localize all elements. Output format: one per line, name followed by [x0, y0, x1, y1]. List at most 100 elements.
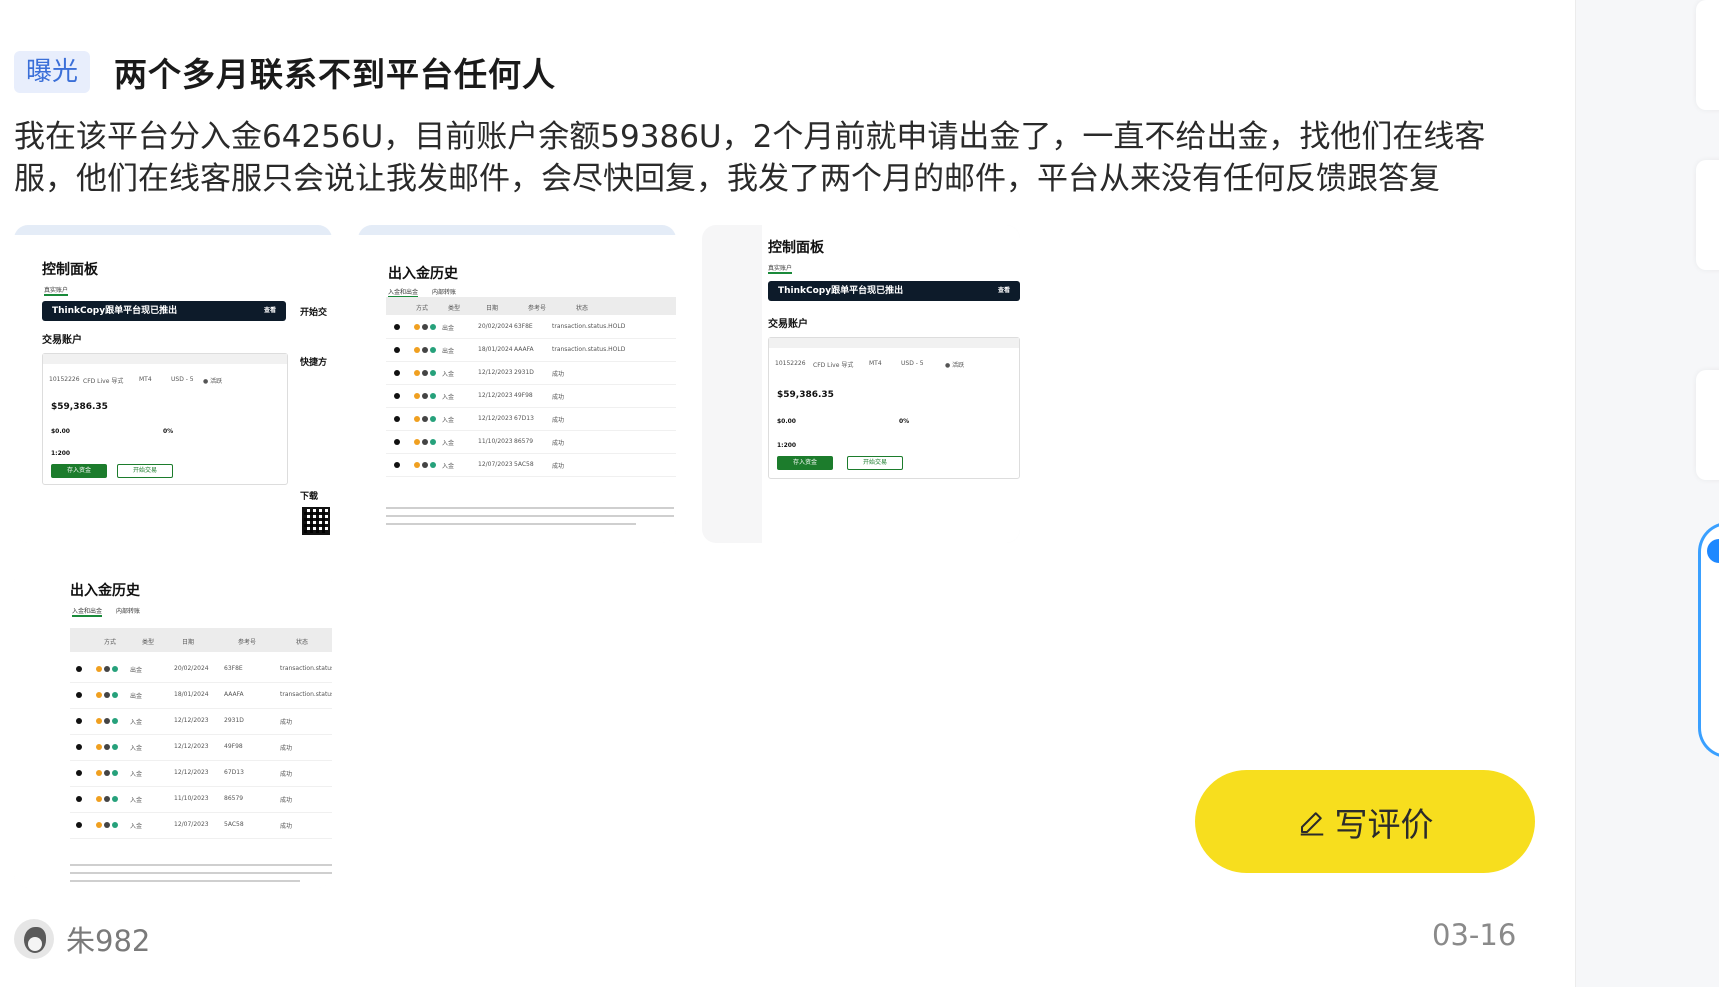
- deposit-button: 存入资金: [777, 456, 833, 470]
- table-row: 出金20/02/202463F8Etransaction.status.HOLD: [70, 656, 332, 683]
- col-type: 类型: [448, 305, 461, 312]
- table-row: 入金 12/12/2023 2931D 成功: [386, 361, 676, 385]
- post-author[interactable]: 朱982: [14, 918, 150, 960]
- footnote-line: [386, 515, 674, 517]
- card-header: [43, 354, 287, 364]
- history-table-header: 方式 类型 日期 参考号 状态: [386, 297, 676, 315]
- coin-icon: [430, 369, 436, 376]
- cell-status: 成功: [280, 771, 293, 778]
- cell-status: 成功: [552, 370, 565, 378]
- start-trading-button: 开始交易: [847, 456, 903, 470]
- info-icon: [76, 744, 82, 750]
- tab-real-account: 真实账户: [768, 265, 793, 274]
- start-trading-button: 开始交易: [117, 464, 173, 478]
- account-tabs: 真实账户: [44, 285, 69, 296]
- coin-icon: [104, 744, 110, 750]
- cell-type: 入金: [130, 797, 143, 804]
- history-screenshot: 出入金历史 入金和出金 内部转账 方式 类型 日期 参考号 状态 出金 20/02…: [358, 225, 676, 543]
- coin-icon: [422, 323, 428, 330]
- cell-ref: 86579: [514, 437, 534, 445]
- table-row: 出金20/02/202463F8Etransaction.status.HOLD: [386, 315, 676, 339]
- side-quick-access: 快捷方: [300, 358, 328, 368]
- history-screenshot: 出入金历史 入金和出金 内部转账 方式 类型 日期 参考号 状态 出金 20/02…: [14, 570, 332, 888]
- cell-date: 18/01/2024: [174, 691, 209, 698]
- author-name[interactable]: 朱982: [66, 918, 150, 960]
- col-date: 日期: [486, 305, 499, 312]
- exposure-tag[interactable]: 曝光: [14, 51, 91, 93]
- cell-status: transaction.status.HOLD: [280, 665, 332, 672]
- info-icon: [76, 822, 82, 828]
- cell-ref: 67D13: [514, 414, 534, 422]
- tab-internal-transfer: 内部转账: [116, 608, 141, 615]
- coin-icon: [96, 822, 102, 828]
- coin-icon: [104, 822, 110, 828]
- cell-ref: AAAFA: [514, 345, 534, 353]
- account-balance: $59,386.35: [777, 390, 834, 400]
- table-row: 入金 11/10/2023 86579 成功: [386, 430, 676, 454]
- cell-date: 11/10/2023: [478, 437, 513, 445]
- history-table-header: 方式 类型 日期 参考号 状态: [70, 628, 332, 652]
- cell-type: 入金: [442, 439, 455, 447]
- account-type: CFD Live 导式: [813, 362, 854, 369]
- card-header: [769, 338, 1019, 348]
- coin-icon: [96, 770, 102, 776]
- cell-ref: 5AC58: [224, 821, 244, 828]
- table-row: 入金 12/12/2023 2931D 成功: [70, 708, 332, 735]
- eagle-avatar-icon[interactable]: [14, 919, 54, 959]
- image-thumbnail-2[interactable]: 出入金历史 入金和出金 内部转账 方式 类型 日期 参考号 状态 出金 20/02…: [358, 225, 676, 543]
- coin-icon: [96, 718, 102, 724]
- footnote-line: [386, 507, 674, 509]
- coin-icon: [112, 744, 118, 750]
- cell-ref: AAAFA: [224, 691, 244, 698]
- coin-icon: [414, 323, 420, 330]
- image-thumbnail-1[interactable]: 控制面板 真实账户 ThinkCopy跟单平台现已推出 查看 交易账户 1015…: [14, 225, 332, 543]
- account-tabs: 真实账户: [768, 263, 793, 274]
- col-type: 类型: [142, 639, 155, 646]
- coin-icon: [112, 796, 118, 802]
- cell-ref: 2931D: [224, 717, 244, 724]
- write-review-button[interactable]: 写评价: [1195, 770, 1535, 873]
- table-row: 入金 12/12/2023 67D13 成功: [386, 407, 676, 431]
- image-thumbnail-3[interactable]: 控制面板 真实账户 ThinkCopy跟单平台现已推出 查看 交易账户 1015…: [702, 225, 1020, 543]
- cell-type: 入金: [130, 771, 143, 778]
- cell-ref: 49F98: [224, 743, 243, 750]
- info-icon: [394, 461, 400, 468]
- post-title: 两个多月联系不到平台任何人: [114, 55, 557, 94]
- coin-icon: [414, 392, 420, 399]
- image-thumbnail-4[interactable]: 出入金历史 入金和出金 内部转账 方式 类型 日期 参考号 状态 出金 20/02…: [14, 570, 332, 888]
- account-credit: $0.00: [51, 428, 70, 435]
- coin-icon: [414, 461, 420, 468]
- info-icon: [394, 438, 400, 445]
- cell-ref: 63F8E: [224, 665, 243, 672]
- cell-date: 12/12/2023: [478, 391, 513, 399]
- coin-icon: [430, 323, 436, 330]
- coin-icon: [414, 415, 420, 422]
- footnote-line: [386, 523, 636, 525]
- cell-date: 12/12/2023: [478, 368, 513, 376]
- col-ref: 参考号: [528, 305, 547, 312]
- side-card[interactable]: [1696, 0, 1719, 110]
- side-start-trading: 开始交: [300, 308, 328, 318]
- coin-icon: [104, 692, 110, 698]
- banner-text: ThinkCopy跟单平台现已推出: [778, 286, 904, 296]
- promo-banner: ThinkCopy跟单平台现已推出 查看: [768, 281, 1020, 301]
- cell-type: 入金: [130, 823, 143, 830]
- cell-status: transaction.status.HOLD: [280, 691, 332, 698]
- coin-icon: [112, 692, 118, 698]
- side-floating-widget[interactable]: [1698, 522, 1719, 758]
- currency: USD - 5: [901, 360, 924, 367]
- cell-status: transaction.status.HOLD: [552, 345, 626, 353]
- side-card[interactable]: [1696, 370, 1719, 480]
- tab-deposit-withdraw: 入金和出金: [72, 608, 103, 617]
- trading-accounts-label: 交易账户: [42, 335, 82, 346]
- post-body-line: 我在该平台分入金64256U，目前账户余额59386U，2个月前就申请出金了，一…: [14, 119, 1486, 155]
- post-header: 曝光 两个多月联系不到平台任何人: [14, 48, 556, 96]
- cell-ref: 67D13: [224, 769, 244, 776]
- table-row: 入金 12/07/2023 5AC58 成功: [386, 453, 676, 477]
- side-card[interactable]: [1696, 160, 1719, 270]
- coin-icon: [414, 438, 420, 445]
- info-icon: [76, 796, 82, 802]
- cell-status: 成功: [280, 745, 293, 752]
- trading-accounts-label: 交易账户: [768, 319, 808, 330]
- coin-icon: [430, 346, 436, 353]
